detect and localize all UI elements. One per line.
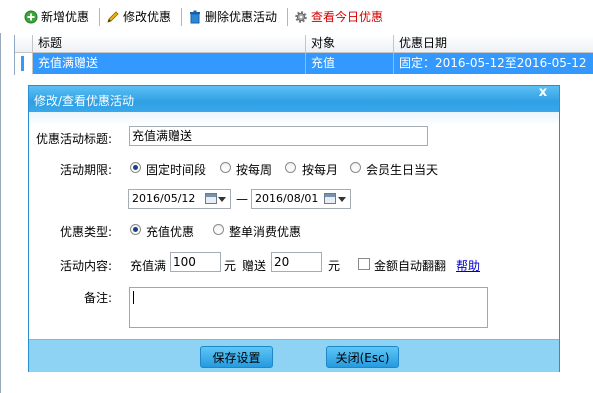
edit-promotion-button[interactable]: 修改优惠: [106, 8, 171, 26]
add-promotion-button[interactable]: 新增优惠: [24, 8, 89, 26]
dialog-titlebar[interactable]: 修改/查看优惠活动 x: [29, 86, 559, 112]
delete-promotion-label: 删除优惠活动: [205, 10, 278, 24]
type-order-radio[interactable]: [213, 224, 224, 235]
toolbar-divider: [287, 8, 288, 26]
period-weekly-label[interactable]: 按每周: [236, 161, 272, 178]
period-fixed-radio[interactable]: [130, 162, 141, 173]
period-monthly-radio[interactable]: [285, 162, 296, 173]
date-to-value: 2016/08/01: [255, 192, 319, 205]
plus-circle-icon: [24, 10, 38, 24]
content-prefix: 充值满: [130, 259, 167, 273]
column-header-date[interactable]: 优惠日期: [394, 35, 593, 52]
title-input[interactable]: 充值满赠送: [129, 126, 428, 146]
period-weekly-radio[interactable]: [220, 162, 231, 173]
gift-label: 赠送: [242, 259, 267, 273]
type-order-label[interactable]: 整单消费优惠: [229, 223, 301, 240]
auto-double-checkbox[interactable]: [358, 258, 370, 270]
save-button[interactable]: 保存设置: [200, 346, 273, 368]
promotions-table: 标题 对象 优惠日期 充值满赠送 充值 固定：2016-05-12至2016-0…: [14, 35, 593, 75]
toolbar-divider: [99, 8, 100, 26]
chevron-down-icon[interactable]: [218, 197, 226, 202]
toolbar: 新增优惠 修改优惠 删除优惠活动 查看今日优惠: [0, 0, 593, 33]
header-corner: [15, 35, 33, 52]
date-from-value: 2016/05/12: [132, 192, 196, 205]
text-caret: [133, 291, 134, 304]
gear-icon: [294, 10, 308, 24]
calendar-icon[interactable]: [324, 193, 336, 204]
close-button[interactable]: 关闭(Esc): [326, 346, 399, 368]
content-label: 活动内容:: [60, 259, 113, 273]
chevron-down-icon[interactable]: [338, 197, 346, 202]
type-recharge-radio[interactable]: [130, 224, 141, 235]
column-header-title[interactable]: 标题: [33, 35, 306, 52]
help-link[interactable]: 帮助: [456, 257, 480, 274]
dialog-header-gradient: [29, 112, 559, 126]
auto-double-label[interactable]: 金额自动翻翻: [374, 257, 446, 274]
cell-title[interactable]: 充值满赠送: [33, 53, 306, 74]
cell-target[interactable]: 充值: [306, 53, 394, 74]
toolbar-divider: [181, 8, 182, 26]
delete-promotion-button[interactable]: 删除优惠活动: [188, 8, 277, 26]
cell-date[interactable]: 固定：2016-05-12至2016-05-12: [394, 53, 593, 74]
view-today-label: 查看今日优惠: [311, 10, 384, 24]
unit-label: 元: [328, 259, 341, 273]
close-icon[interactable]: x: [535, 86, 551, 100]
calendar-icon[interactable]: [205, 193, 217, 204]
unit-label: 元: [224, 259, 237, 273]
edit-promotion-label: 修改优惠: [123, 10, 172, 24]
view-today-button[interactable]: 查看今日优惠: [294, 8, 383, 26]
edit-promotion-dialog: 修改/查看优惠活动 x 优惠活动标题: 充值满赠送 活动期限: 固定时间段 按每…: [28, 85, 560, 372]
recharge-amount-input[interactable]: 100: [170, 252, 221, 272]
table-row[interactable]: 充值满赠送 充值 固定：2016-05-12至2016-05-12: [33, 53, 593, 74]
date-from-picker[interactable]: 2016/05/12: [128, 189, 231, 209]
type-recharge-label[interactable]: 充值优惠: [146, 223, 194, 240]
column-header-target[interactable]: 对象: [306, 35, 394, 52]
period-label: 活动期限:: [60, 163, 113, 177]
period-monthly-label[interactable]: 按每月: [302, 161, 338, 178]
note-label: 备注:: [84, 291, 113, 305]
date-to-picker[interactable]: 2016/08/01: [251, 189, 351, 209]
row-indicator[interactable]: [15, 53, 33, 74]
trash-icon: [188, 10, 202, 24]
gift-amount-input[interactable]: 20: [271, 252, 322, 272]
note-textarea[interactable]: [129, 287, 488, 328]
table-header: 标题 对象 优惠日期: [15, 35, 593, 53]
type-label: 优惠类型:: [60, 225, 113, 239]
row-selected-marker: [21, 56, 24, 71]
date-separator: —: [236, 192, 248, 206]
window-border: [0, 33, 1, 393]
title-label: 优惠活动标题:: [36, 132, 113, 146]
period-birthday-radio[interactable]: [350, 162, 361, 173]
period-fixed-label[interactable]: 固定时间段: [146, 161, 206, 178]
dialog-title: 修改/查看优惠活动: [34, 94, 135, 108]
add-promotion-label: 新增优惠: [41, 10, 90, 24]
dialog-footer: [29, 339, 559, 372]
pencil-icon: [106, 10, 120, 24]
period-birthday-label[interactable]: 会员生日当天: [366, 161, 438, 178]
